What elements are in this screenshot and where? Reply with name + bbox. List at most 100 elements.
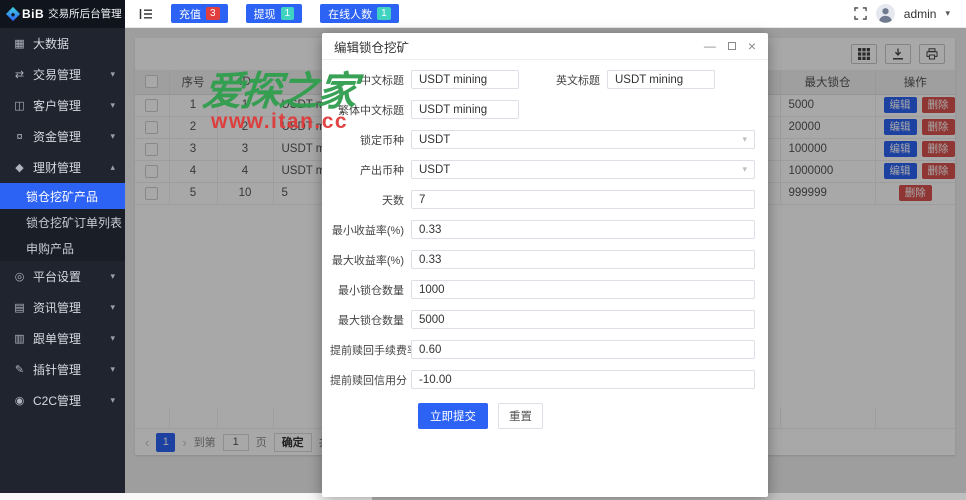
sidebar-item-platform[interactable]: ◎平台设置▾ xyxy=(0,261,125,292)
app-title: 交易所后台管理 xyxy=(48,6,122,21)
sidebar-item-customer[interactable]: ◫ 客户管理 ▾ xyxy=(0,90,125,121)
field-label: 提前赎回手续费率 xyxy=(330,342,411,358)
sidebar-item-news[interactable]: ▤资讯管理▾ xyxy=(0,292,125,323)
maximize-icon[interactable] xyxy=(728,42,736,50)
field-label: 最大锁仓数量 xyxy=(330,312,411,328)
quick-button-withdraw[interactable]: 提现 1 xyxy=(246,4,303,23)
form-row: 最大锁仓数量 xyxy=(330,310,755,329)
field-input[interactable] xyxy=(607,70,715,89)
sidebar-item-label: 资金管理 xyxy=(33,128,81,145)
field-label: 最大收益率(%) xyxy=(330,252,411,268)
field-input[interactable] xyxy=(411,250,755,269)
quick-button-label: 提现 xyxy=(254,6,276,22)
header-left-group: 充值3 提现 1 在线人数 1 xyxy=(125,4,399,23)
sidebar-item-pin[interactable]: ✎插针管理▾ xyxy=(0,354,125,385)
field-label: 英文标题 xyxy=(519,72,607,88)
form-row: 提前赎回信用分 xyxy=(330,370,755,389)
quick-button-recharge[interactable]: 充值3 xyxy=(171,4,228,23)
field-input[interactable] xyxy=(411,190,755,209)
user-menu-caret-icon[interactable]: ▾ xyxy=(945,8,950,19)
sidebar-item-follow[interactable]: ▥ 跟单管理 ▾ xyxy=(0,323,125,354)
brand-name: BiB xyxy=(22,7,44,21)
field-select[interactable]: USDT▾ xyxy=(411,160,755,179)
sidebar-item-big-data[interactable]: ▦大数据 xyxy=(0,28,125,59)
modal-title: 编辑锁仓挖矿 xyxy=(334,37,409,56)
sidebar-item-label: 插针管理 xyxy=(33,361,81,378)
sidebar-subitem-lock-mining-products[interactable]: 锁仓挖矿产品 xyxy=(0,183,125,209)
form-row: 最小收益率(%) xyxy=(330,220,755,239)
sidebar-item-label: 平台设置 xyxy=(33,268,81,285)
modal-window-controls: — × xyxy=(704,39,756,53)
sidebar-item-label: 交易管理 xyxy=(33,66,81,83)
field-label: 提前赎回信用分 xyxy=(330,372,411,388)
field-label: 锁定币种 xyxy=(330,132,411,148)
chevron-down-icon: ▾ xyxy=(110,395,115,406)
field-input[interactable] xyxy=(411,70,519,89)
users-icon: ◫ xyxy=(13,99,26,112)
edit-lock-mining-modal: 编辑锁仓挖矿 — × 中文标题英文标题繁体中文标题锁定币种USDT▾产出币种US… xyxy=(322,33,768,497)
quick-button-label: 在线人数 xyxy=(328,6,372,22)
field-select[interactable]: USDT ▾ xyxy=(411,130,755,149)
form-row: 锁定币种 USDT ▾ xyxy=(330,130,755,149)
circle-icon: ◉ xyxy=(13,394,26,407)
chevron-down-icon: ▾ xyxy=(110,100,115,111)
chevron-down-icon: ▾ xyxy=(110,69,115,80)
quick-button-online-users[interactable]: 在线人数 1 xyxy=(320,4,399,23)
field-input[interactable] xyxy=(411,340,755,359)
field-label: 中文标题 xyxy=(330,72,411,88)
quick-button-badge: 3 xyxy=(206,7,220,20)
sidebar-submenu: 锁仓挖矿产品锁仓挖矿订单列表申购产品 xyxy=(0,183,125,261)
field-input[interactable] xyxy=(411,280,755,299)
sidebar-item-wealth[interactable]: ◆理财管理▴ xyxy=(0,152,125,183)
form-row: 繁体中文标题 xyxy=(330,100,755,119)
sidebar-subitem-subscribe-products[interactable]: 申购产品 xyxy=(0,235,125,261)
chevron-down-icon: ▾ xyxy=(110,302,115,313)
sidebar-subitem-lock-mining-orders[interactable]: 锁仓挖矿订单列表 xyxy=(0,209,125,235)
submit-button[interactable]: 立即提交 xyxy=(418,403,488,429)
sidebar-item-label: 理财管理 xyxy=(33,159,81,176)
sidebar-collapse-icon[interactable] xyxy=(139,8,153,20)
brand-logo: BiB 交易所后台管理 xyxy=(0,0,125,28)
reset-button[interactable]: 重置 xyxy=(498,403,543,429)
sidebar-item-trade[interactable]: ⇄ 交易管理 ▾ xyxy=(0,59,125,90)
form-button-row: 立即提交重置 xyxy=(418,403,755,429)
chevron-down-icon: ▾ xyxy=(110,271,115,282)
header-right-group: admin ▾ xyxy=(854,4,966,23)
chevron-down-icon: ▾ xyxy=(742,134,747,145)
field-select-value: USDT xyxy=(419,134,450,146)
chevron-up-icon: ▴ xyxy=(110,162,115,173)
horizontal-scrollbar-thumb[interactable] xyxy=(0,493,372,500)
quick-button-badge: 1 xyxy=(281,7,295,20)
form-row: 中文标题 英文标题 xyxy=(330,70,755,89)
form-row: 产出币种USDT▾ xyxy=(330,160,755,179)
quick-button-badge: 1 xyxy=(377,7,391,20)
field-input[interactable] xyxy=(411,100,519,119)
sidebar-item-label: 跟单管理 xyxy=(33,330,81,347)
user-name[interactable]: admin xyxy=(904,7,937,21)
form-row: 最小锁仓数量 xyxy=(330,280,755,299)
field-input[interactable] xyxy=(411,370,755,389)
avatar[interactable] xyxy=(876,4,895,23)
field-input[interactable] xyxy=(411,220,755,239)
exchange-icon: ⇄ xyxy=(13,68,26,81)
field-label: 繁体中文标题 xyxy=(330,102,411,118)
document-icon: ▥ xyxy=(13,332,26,345)
chevron-down-icon: ▾ xyxy=(110,131,115,142)
field-label: 天数 xyxy=(330,192,411,208)
field-input[interactable] xyxy=(411,310,755,329)
field-label: 产出币种 xyxy=(330,162,411,178)
sidebar-item-c2c[interactable]: ◉ C2C管理 ▾ xyxy=(0,385,125,416)
form-row: 最大收益率(%) xyxy=(330,250,755,269)
news-icon: ▤ xyxy=(13,301,26,314)
sidebar-item-label: C2C管理 xyxy=(33,392,81,409)
brand-logo-icon xyxy=(6,6,20,20)
sidebar-item-funds[interactable]: ¤资金管理▾ xyxy=(0,121,125,152)
minimize-icon[interactable]: — xyxy=(704,40,716,52)
fullscreen-icon[interactable] xyxy=(854,7,867,20)
chevron-down-icon: ▾ xyxy=(110,333,115,344)
field-select-value: USDT xyxy=(419,164,450,176)
sidebar-item-label: 客户管理 xyxy=(33,97,81,114)
chevron-down-icon: ▾ xyxy=(110,364,115,375)
close-icon[interactable]: × xyxy=(748,39,756,53)
app-root: BiB 交易所后台管理 充值3 提现 1 在线人数 1 admin ▾ ▦大数据 ⇄ 交易管… xyxy=(0,0,966,500)
